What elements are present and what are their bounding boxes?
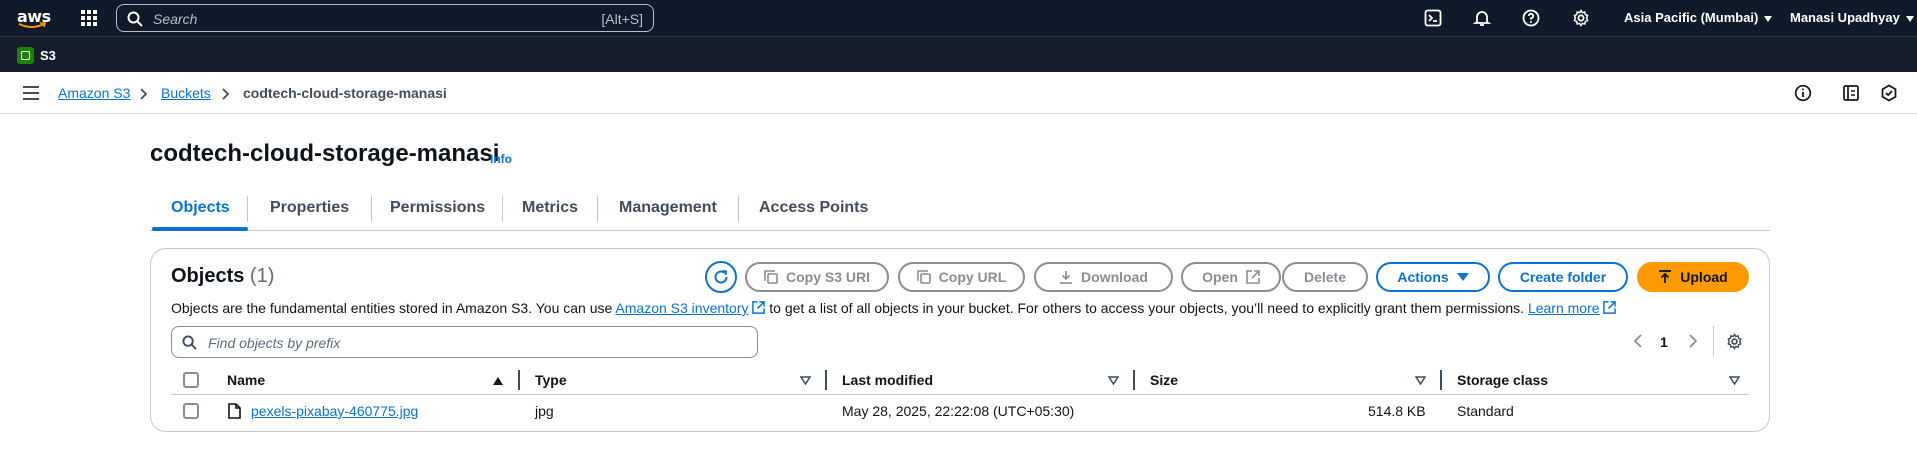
refresh-button[interactable] (705, 261, 737, 293)
region-label: Asia Pacific (Mumbai) (1624, 10, 1759, 25)
breadcrumb-buckets[interactable]: Buckets (161, 85, 211, 101)
sort-caret-down-icon[interactable] (1415, 376, 1426, 385)
search-placeholder: Search (153, 11, 198, 27)
tab-objects[interactable]: Objects (171, 199, 230, 217)
learn-more-link[interactable]: Learn more (1528, 300, 1600, 316)
column-resizer[interactable] (518, 370, 520, 390)
chevron-right-icon (222, 88, 230, 100)
search-icon (127, 11, 143, 27)
chevron-right-icon (140, 88, 148, 100)
column-header-name[interactable]: Name (227, 372, 265, 388)
row-checkbox[interactable] (183, 403, 199, 419)
tab-divider (597, 196, 598, 222)
objects-description: Objects are the fundamental entities sto… (171, 300, 1617, 316)
object-storage-class: Standard (1457, 403, 1514, 419)
external-link-icon (752, 301, 766, 314)
sort-ascending-icon[interactable] (493, 377, 503, 385)
services-grid-icon[interactable] (81, 10, 97, 26)
notes-panel-icon[interactable] (1842, 84, 1860, 102)
tab-properties[interactable]: Properties (270, 199, 349, 217)
copy-s3-uri-button[interactable]: Copy S3 URI (745, 262, 889, 292)
create-folder-button[interactable]: Create folder (1498, 262, 1628, 292)
delete-button[interactable]: Delete (1282, 262, 1368, 292)
upload-icon (1659, 270, 1672, 283)
account-menu[interactable]: Manasi Upadhyay (1790, 10, 1914, 25)
settings-gear-icon[interactable] (1572, 9, 1590, 27)
tab-access-points[interactable]: Access Points (759, 199, 868, 217)
select-all-checkbox[interactable] (183, 372, 199, 388)
actions-dropdown-button[interactable]: Actions (1376, 262, 1490, 292)
feedback-hexagon-icon[interactable] (1880, 84, 1898, 102)
column-resizer[interactable] (1440, 370, 1442, 390)
global-search-input[interactable]: Search [Alt+S] (116, 4, 654, 32)
download-button[interactable]: Download (1034, 262, 1173, 292)
info-circle-icon[interactable] (1794, 84, 1812, 102)
page-title: codtech-cloud-storage-manasi (150, 140, 500, 167)
column-header-last-modified[interactable]: Last modified (842, 372, 933, 388)
breadcrumb-current: codtech-cloud-storage-manasi (243, 85, 447, 101)
help-icon[interactable] (1522, 9, 1540, 27)
object-last-modified: May 28, 2025, 22:22:08 (UTC+05:30) (842, 403, 1075, 419)
sort-caret-down-icon[interactable] (1729, 376, 1740, 385)
account-name: Manasi Upadhyay (1790, 10, 1900, 25)
table-preferences-gear-icon[interactable] (1726, 333, 1743, 350)
external-link-icon (1246, 270, 1260, 284)
refresh-icon (714, 270, 728, 284)
cloudshell-icon[interactable] (1424, 9, 1442, 27)
column-header-type[interactable]: Type (535, 372, 567, 388)
open-button[interactable]: Open (1181, 262, 1281, 292)
s3-service-icon[interactable] (17, 47, 34, 64)
search-icon (182, 335, 197, 350)
file-icon (228, 403, 241, 419)
tab-divider (738, 196, 739, 222)
page-number[interactable]: 1 (1660, 334, 1668, 350)
tab-metrics[interactable]: Metrics (522, 199, 578, 217)
tab-permissions[interactable]: Permissions (390, 199, 485, 217)
copy-icon (916, 270, 931, 284)
objects-heading: Objects (1) (171, 265, 275, 287)
pager-divider (1713, 326, 1714, 356)
top-navigation: aws Search [Alt+S] Asia Pacific (Mumbai)… (0, 0, 1917, 36)
copy-icon (764, 270, 778, 284)
caret-down-icon (1764, 15, 1773, 22)
info-link[interactable]: Info (490, 152, 512, 166)
tab-divider (371, 196, 372, 222)
sort-caret-down-icon[interactable] (1108, 376, 1119, 385)
active-tab-indicator (152, 227, 248, 231)
search-shortcut: [Alt+S] (601, 11, 643, 27)
find-objects-placeholder: Find objects by prefix (208, 335, 341, 351)
service-label[interactable]: S3 (40, 48, 56, 63)
column-resizer[interactable] (825, 370, 827, 390)
upload-button[interactable]: Upload (1637, 262, 1749, 292)
caret-down-icon (1905, 15, 1914, 22)
aws-logo[interactable]: aws (16, 5, 51, 31)
object-type: jpg (535, 403, 554, 419)
table-header-divider (171, 394, 1749, 395)
object-name-link[interactable]: pexels-pixabay-460775.jpg (251, 403, 418, 419)
region-selector[interactable]: Asia Pacific (Mumbai) (1624, 10, 1773, 25)
copy-url-button[interactable]: Copy URL (898, 262, 1025, 292)
tab-divider (247, 196, 248, 222)
sort-caret-down-icon[interactable] (800, 376, 811, 385)
breadcrumb-amazon-s3[interactable]: Amazon S3 (58, 85, 130, 101)
menu-hamburger-icon[interactable] (23, 86, 39, 100)
s3-inventory-link[interactable]: Amazon S3 inventory (615, 300, 748, 316)
external-link-icon (1603, 301, 1617, 314)
download-icon (1060, 271, 1073, 284)
column-header-size[interactable]: Size (1150, 372, 1178, 388)
find-objects-input[interactable]: Find objects by prefix (171, 326, 758, 358)
chevron-right-icon[interactable] (1688, 334, 1698, 348)
objects-count: (1) (249, 265, 275, 287)
breadcrumb-bar: Amazon S3 Buckets codtech-cloud-storage-… (0, 72, 1917, 114)
tab-divider (502, 196, 503, 222)
column-header-storage-class[interactable]: Storage class (1457, 372, 1548, 388)
service-bar: S3 (0, 36, 1917, 72)
chevron-left-icon[interactable] (1633, 334, 1643, 348)
object-size: 514.8 KB (1368, 403, 1426, 419)
caret-down-icon (1456, 272, 1469, 281)
column-resizer[interactable] (1133, 370, 1135, 390)
notifications-bell-icon[interactable] (1473, 9, 1491, 27)
tab-management[interactable]: Management (619, 199, 717, 217)
